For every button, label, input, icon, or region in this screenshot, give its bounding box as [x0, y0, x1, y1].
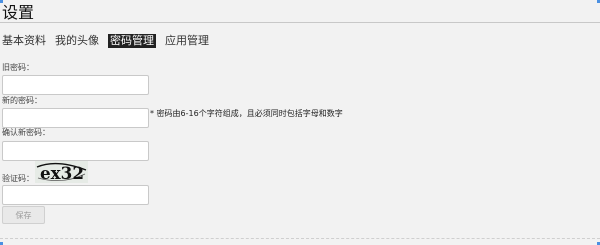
captcha-image[interactable]: ex32	[35, 161, 88, 183]
tab-basic-info[interactable]: 基本资料	[2, 34, 46, 48]
title-divider	[0, 22, 600, 23]
confirm-password-label: 确认新密码：	[2, 128, 50, 137]
page-title: 设置	[2, 3, 35, 22]
save-button[interactable]: 保存	[2, 206, 45, 224]
bottom-divider	[0, 238, 600, 239]
tab-avatar[interactable]: 我的头像	[55, 34, 99, 48]
settings-tabs: 基本资料 我的头像 密码管理 应用管理	[2, 34, 209, 48]
confirm-password-input[interactable]	[2, 141, 149, 161]
password-hint: * 密码由6-16个字符组成，且必须同时包括字母和数字	[150, 109, 343, 118]
new-password-label: 新的密码：	[2, 96, 42, 105]
tab-password[interactable]: 密码管理	[108, 34, 156, 48]
captcha-input[interactable]	[2, 185, 149, 205]
old-password-label: 旧密码：	[2, 63, 34, 72]
old-password-input[interactable]	[2, 75, 149, 95]
tab-apps[interactable]: 应用管理	[165, 34, 209, 48]
captcha-label: 验证码：	[2, 174, 34, 183]
new-password-input[interactable]	[2, 108, 149, 128]
captcha-text: ex32	[40, 164, 84, 183]
